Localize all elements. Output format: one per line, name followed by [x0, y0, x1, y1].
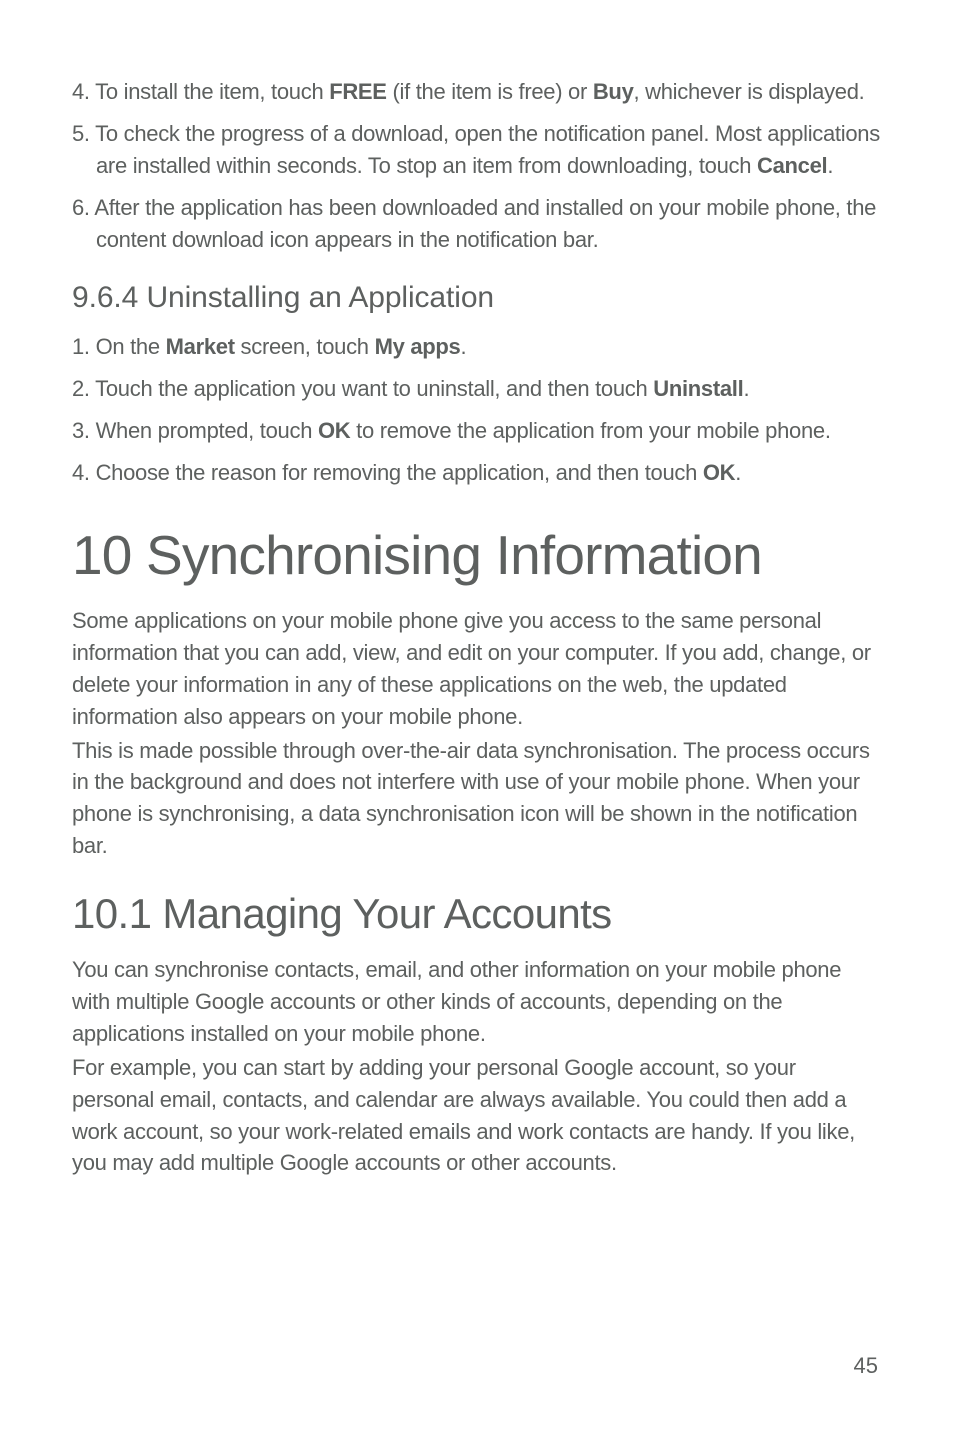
document-page: 4. To install the item, touch FREE (if t… [0, 0, 954, 1429]
heading-level-2: 10.1 Managing Your Accounts [72, 890, 882, 938]
bold-text: Buy [593, 79, 634, 104]
list-number: 4. [72, 460, 90, 485]
list-text: . [460, 334, 466, 359]
ordered-list-item: 3. When prompted, touch OK to remove the… [72, 415, 882, 447]
paragraph: You can synchronise contacts, email, and… [72, 954, 882, 1050]
list-text: . [743, 376, 749, 401]
list-text: screen, touch [235, 334, 375, 359]
bold-text: Cancel [757, 153, 827, 178]
heading-level-1: 10 Synchronising Information [72, 523, 882, 587]
bold-text: My apps [375, 334, 461, 359]
list-text: , whichever is displayed. [634, 79, 865, 104]
heading-level-3: 9.6.4 Uninstalling an Application [72, 281, 882, 315]
list-number: 4. [72, 79, 90, 104]
list-text: to remove the application from your mobi… [350, 418, 830, 443]
ordered-list-item: 2. Touch the application you want to uni… [72, 373, 882, 405]
ordered-list-item: 1. On the Market screen, touch My apps. [72, 331, 882, 363]
paragraph: For example, you can start by adding you… [72, 1052, 882, 1180]
ordered-list-item: 4. To install the item, touch FREE (if t… [72, 76, 882, 108]
bold-text: FREE [329, 79, 386, 104]
list-text: To install the item, touch [95, 79, 329, 104]
list-number: 2. [72, 376, 90, 401]
list-text: . [735, 460, 741, 485]
list-number: 5. [72, 121, 90, 146]
bold-text: Uninstall [653, 376, 743, 401]
list-number: 6. [72, 195, 90, 220]
paragraph-block: You can synchronise contacts, email, and… [72, 954, 882, 1179]
list-text: Choose the reason for removing the appli… [96, 460, 703, 485]
bold-text: Market [166, 334, 235, 359]
paragraph-block: Some applications on your mobile phone g… [72, 605, 882, 862]
ordered-list-item: 4. Choose the reason for removing the ap… [72, 457, 882, 489]
list-text: Touch the application you want to uninst… [95, 376, 653, 401]
page-number: 45 [854, 1353, 878, 1379]
list-number: 1. [72, 334, 90, 359]
list-text: On the [96, 334, 166, 359]
paragraph: Some applications on your mobile phone g… [72, 605, 882, 733]
bold-text: OK [318, 418, 350, 443]
list-text: (if the item is free) or [387, 79, 593, 104]
list-text: . [827, 153, 833, 178]
list-number: 3. [72, 418, 90, 443]
ordered-list-item: 5. To check the progress of a download, … [72, 118, 882, 182]
list-text: After the application has been downloade… [94, 195, 876, 252]
ordered-list-item: 6. After the application has been downlo… [72, 192, 882, 256]
paragraph: This is made possible through over-the-a… [72, 735, 882, 863]
bold-text: OK [703, 460, 735, 485]
list-text: When prompted, touch [96, 418, 318, 443]
